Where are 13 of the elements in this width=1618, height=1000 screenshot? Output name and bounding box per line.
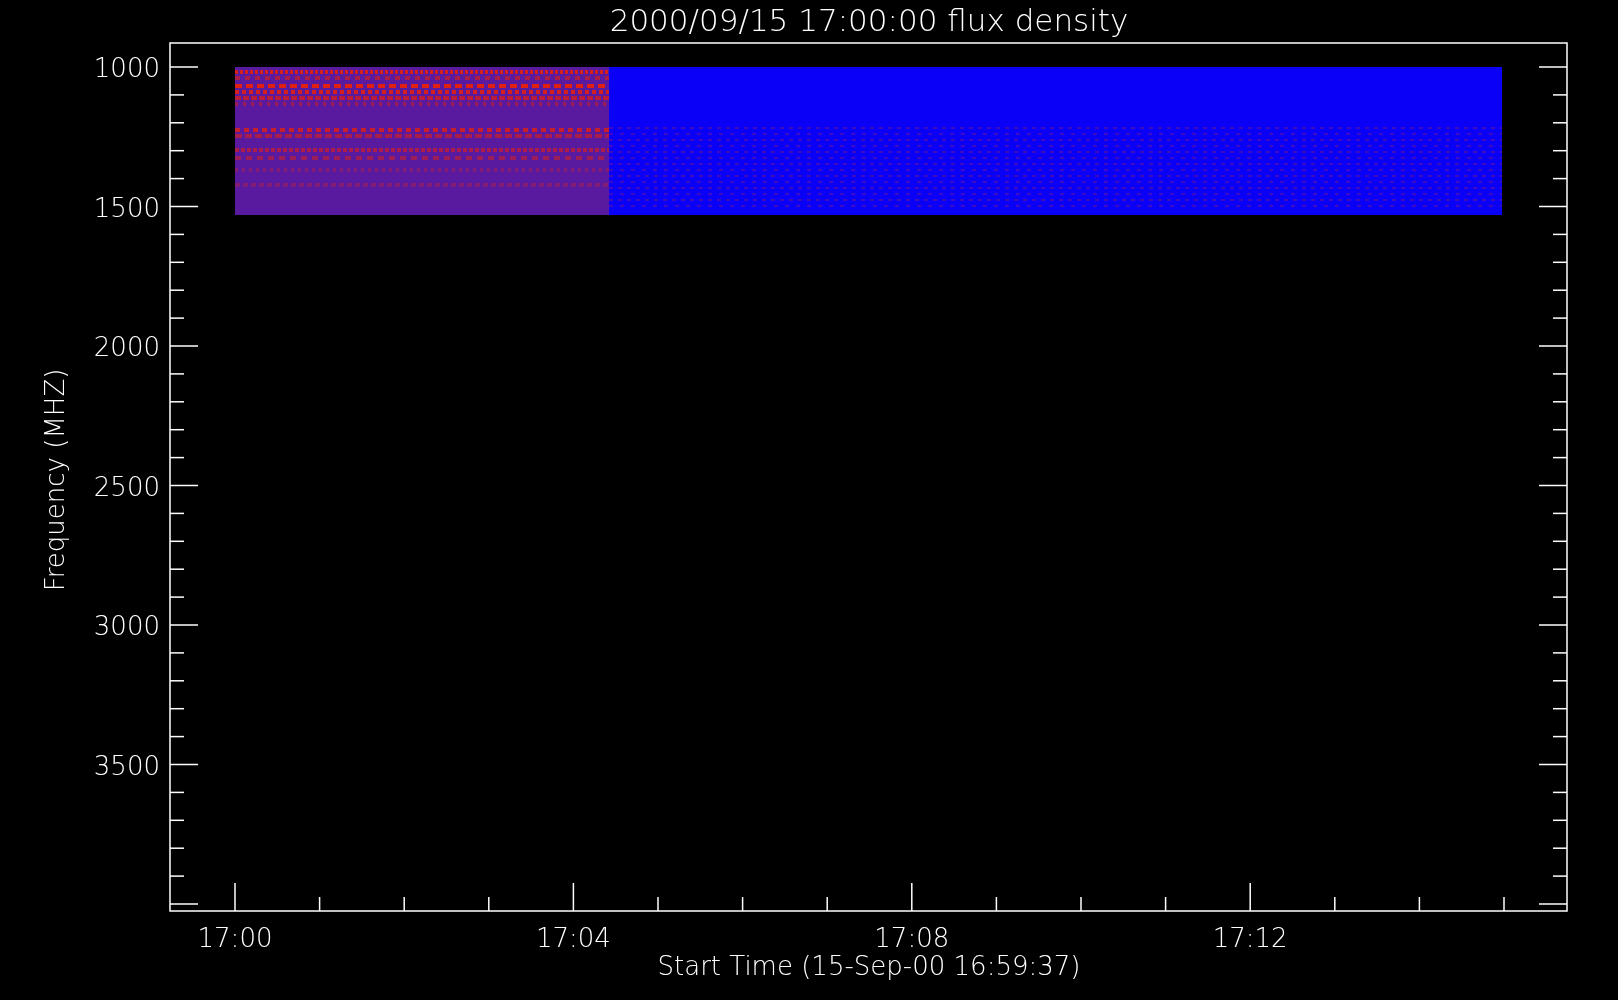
- x-tick-label: 17:00: [197, 923, 273, 953]
- y-tick-label: 1500: [93, 192, 160, 223]
- x-tick-label: 17:04: [535, 923, 611, 953]
- x-axis-label: Start Time (15-Sep-00 16:59:37): [657, 951, 1081, 981]
- x-tick-label: 17:12: [1212, 923, 1288, 953]
- x-tick-label: 17:08: [874, 923, 950, 953]
- y-tick-label: 2000: [93, 332, 160, 362]
- y-axis-label: Frequency (MHZ): [40, 368, 70, 592]
- plot-title: 2000/09/15 17:00:00 flux density: [609, 2, 1129, 38]
- y-tick-label: 3000: [93, 611, 160, 641]
- y-tick-label: 1000: [93, 53, 160, 83]
- y-tick-label: 2500: [93, 471, 160, 502]
- y-tick-label: 3500: [93, 750, 160, 781]
